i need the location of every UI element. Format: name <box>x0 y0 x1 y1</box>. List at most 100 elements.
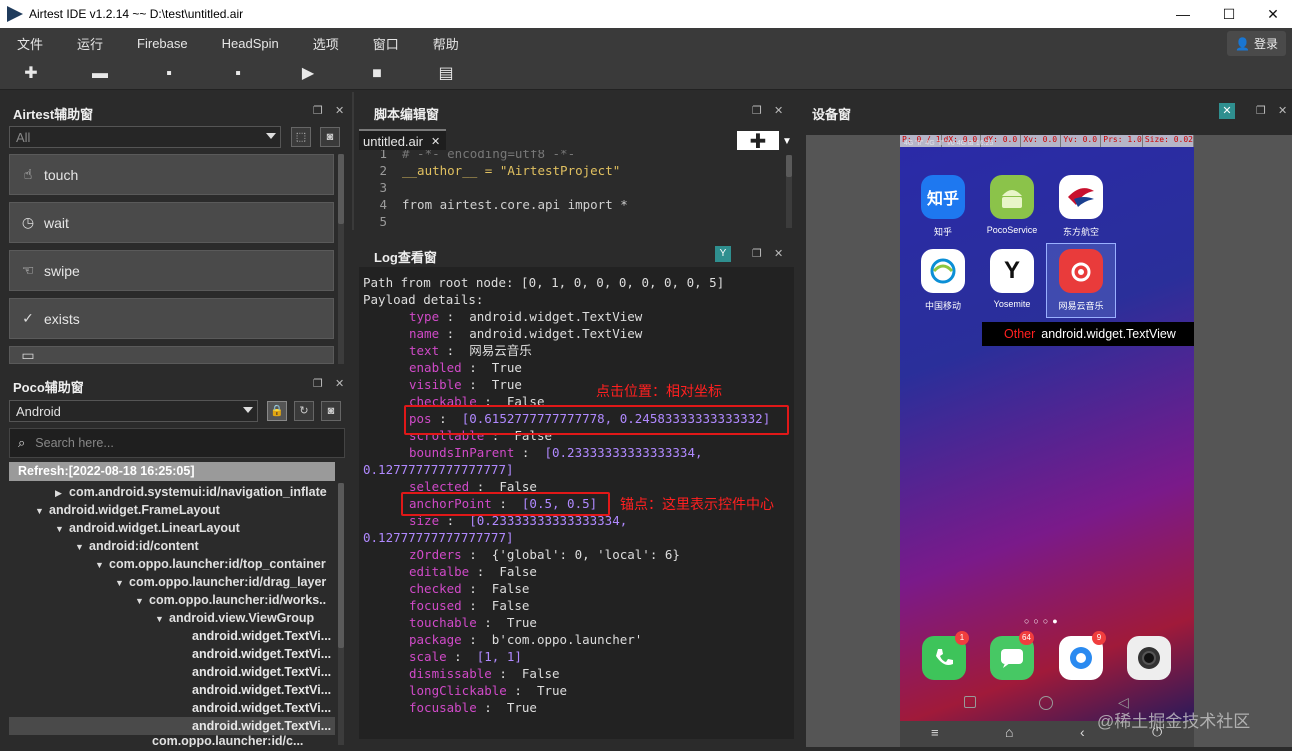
tree-node[interactable]: android.widget.TextVi... <box>192 627 331 645</box>
messages-app-icon[interactable]: 64 <box>990 631 1034 680</box>
tree-node-selected[interactable]: android.widget.TextVi... <box>9 717 335 735</box>
close-icon[interactable]: ✕ <box>1250 0 1292 28</box>
new-icon[interactable]: ✚ <box>23 66 39 82</box>
menu-icon[interactable]: ≡ <box>931 725 939 740</box>
menu-run[interactable]: 运行 <box>60 34 120 53</box>
camera-icon[interactable]: ◙ <box>321 401 341 421</box>
log-field-separator: : <box>461 360 492 375</box>
close-tab-icon[interactable]: ✕ <box>431 135 440 148</box>
log-field-separator: : <box>439 326 470 341</box>
app-china-mobile[interactable]: 中国移动 <box>913 249 973 312</box>
tree-node[interactable]: ▼ android.view.ViewGroup <box>155 609 314 627</box>
log-field-line: package : b'com.oppo.launcher' <box>409 631 642 648</box>
scrollbar-thumb[interactable] <box>338 483 344 648</box>
next-command-button[interactable]: ▭ <box>9 346 334 364</box>
log-field-line: text : 网易云音乐 <box>409 342 532 359</box>
screenshot-icon[interactable]: ⬚ <box>291 127 311 147</box>
camera-app-icon[interactable] <box>1127 636 1171 680</box>
recents-icon[interactable] <box>964 696 976 708</box>
float-icon[interactable]: ❐ <box>313 377 323 390</box>
poco-refresh-label[interactable]: Refresh:[2022-08-18 16:25:05] <box>9 462 335 481</box>
poco-platform-select[interactable]: Android <box>9 400 258 422</box>
float-icon[interactable]: ❐ <box>752 247 762 260</box>
log-field-line: touchable : True <box>409 614 537 631</box>
save-icon[interactable]: ▪ <box>161 66 177 82</box>
log-field-value: False <box>499 564 537 579</box>
editor-scrollbar[interactable] <box>786 155 792 228</box>
phone-app-icon[interactable]: 1 <box>922 631 969 680</box>
app-label: PocoService <box>986 225 1038 235</box>
menu-options[interactable]: 选项 <box>296 34 356 53</box>
poco-tree-scrollbar[interactable] <box>338 483 344 745</box>
home-icon[interactable] <box>1039 696 1053 710</box>
exists-button[interactable]: ✓ exists <box>9 298 334 339</box>
lock-icon[interactable]: 🔒 <box>267 401 287 421</box>
airtest-scrollbar[interactable] <box>338 154 344 364</box>
log-field-separator: : <box>476 615 507 630</box>
maximize-icon[interactable]: ☐ <box>1206 0 1252 28</box>
close-icon[interactable]: ✕ <box>774 104 783 117</box>
app-pocoservice[interactable]: PocoService <box>982 175 1042 235</box>
float-icon[interactable]: ❐ <box>313 104 323 117</box>
tree-node[interactable]: android.widget.TextVi... <box>192 699 331 717</box>
open-icon[interactable]: ▬ <box>92 66 108 82</box>
menu-firebase[interactable]: Firebase <box>120 36 205 51</box>
home-icon[interactable]: ⌂ <box>1005 724 1013 740</box>
wait-button[interactable]: ◷ wait <box>9 202 334 243</box>
menu-file[interactable]: 文件 <box>0 34 60 53</box>
app-netease-music-highlighted[interactable]: 网易云音乐 <box>1046 243 1116 318</box>
tree-node[interactable]: android.widget.TextVi... <box>192 645 331 663</box>
stop-icon[interactable]: ■ <box>369 66 385 82</box>
log-field-key: dismissable <box>409 666 492 681</box>
tree-node[interactable]: ▼ android:id/content <box>75 537 199 555</box>
scrollbar-thumb[interactable] <box>338 154 344 224</box>
log-field-value: True <box>491 360 522 375</box>
app-yosemite[interactable]: Y Yosemite <box>982 249 1042 309</box>
close-icon[interactable]: ✕ <box>335 104 344 117</box>
close-icon[interactable]: ✕ <box>774 247 783 260</box>
log-icon[interactable]: ▤ <box>438 66 454 82</box>
tab-untitled[interactable]: untitled.air ✕ <box>359 129 446 151</box>
tree-node[interactable]: ▼ com.oppo.launcher:id/top_container <box>95 555 326 573</box>
menu-window[interactable]: 窗口 <box>356 34 416 53</box>
run-icon[interactable]: ▶ <box>300 66 316 82</box>
camera-icon[interactable]: ◙ <box>320 127 340 147</box>
touch-button[interactable]: ☝ touch <box>9 154 334 195</box>
poco-search-input[interactable]: ⌕ Search here... <box>9 428 345 458</box>
app-china-eastern[interactable]: 东方航空 <box>1051 175 1111 238</box>
airtest-filter-select[interactable]: All <box>9 126 281 148</box>
expand-arrow-icon: ▶ <box>55 488 62 498</box>
refresh-icon[interactable]: ↻ <box>294 401 314 421</box>
line-number: 5 <box>379 214 387 228</box>
back-icon[interactable]: ‹ <box>1080 724 1085 740</box>
float-icon[interactable]: ❐ <box>752 104 762 117</box>
tree-node[interactable]: ▶ com.android.systemui:id/navigation_infl… <box>55 483 327 501</box>
browser-app-icon[interactable]: 9 <box>1059 631 1106 680</box>
close-icon[interactable]: ✕ <box>335 377 344 390</box>
minimize-icon[interactable]: — <box>1160 0 1206 28</box>
close-icon[interactable]: ✕ <box>1278 104 1287 117</box>
tree-node[interactable]: android.widget.TextVi... <box>192 663 331 681</box>
pos-highlight-box <box>404 405 789 435</box>
phone-screen[interactable]: P: 0 / 1 dX: 0.0 dY: 0.0 Xv: 0.0 Yv: 0.0… <box>900 135 1194 721</box>
tree-node[interactable]: ▼ com.oppo.launcher:id/drag_layer <box>115 573 326 591</box>
code-editor[interactable]: 1 # -*- encoding=utf8 -*- 2 __author__ = "… <box>359 150 794 228</box>
save-as-icon[interactable]: ▪ <box>230 66 246 82</box>
tree-node[interactable]: ▼ com.oppo.launcher:id/works.. <box>135 591 326 609</box>
float-icon[interactable]: ❐ <box>1256 104 1266 117</box>
menu-help[interactable]: 帮助 <box>416 34 476 53</box>
tree-node[interactable]: com.oppo.launcher:id/c... <box>152 735 303 747</box>
tree-node[interactable]: ▼ android.widget.FrameLayout <box>35 501 220 519</box>
filter-icon[interactable]: Y <box>715 246 731 262</box>
login-button[interactable]: 👤 登录 <box>1227 31 1286 56</box>
watermark: @稀土掘金技术社区 <box>1097 712 1251 731</box>
tools-icon[interactable]: ✕ <box>1219 103 1235 119</box>
tree-node[interactable]: android.widget.TextVi... <box>192 681 331 699</box>
scrollbar-thumb[interactable] <box>786 155 792 177</box>
collapse-arrow-icon: ▼ <box>135 596 144 606</box>
tree-node[interactable]: ▼ android.widget.LinearLayout <box>55 519 240 537</box>
app-zhihu[interactable]: 知乎 知乎 <box>913 175 973 238</box>
swipe-button[interactable]: ☜ swipe <box>9 250 334 291</box>
menu-headspin[interactable]: HeadSpin <box>205 36 296 51</box>
log-payload-line: Payload details: <box>363 292 484 307</box>
